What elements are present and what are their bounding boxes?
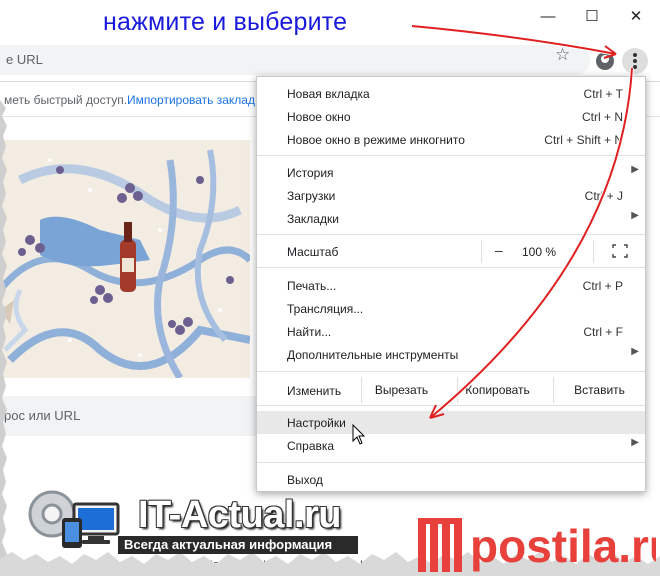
menu-item-label: История [287, 166, 334, 180]
menu-item-shortcut: Ctrl + J [584, 189, 623, 203]
menu-item-label: Трансляция... [287, 302, 364, 316]
cut-button[interactable]: Вырезать [361, 377, 441, 403]
menu-item-find[interactable]: Найти... Ctrl + F [257, 320, 645, 343]
menu-item-more-tools[interactable]: Дополнительные инструменты ▶ [257, 343, 645, 366]
zoom-divider [481, 240, 482, 263]
menu-item-label: Загрузки [287, 189, 336, 203]
zoom-out-button[interactable]: – [495, 242, 503, 258]
menu-item-shortcut: Ctrl + P [582, 279, 623, 293]
menu-divider [257, 234, 645, 235]
menu-item-help[interactable]: Справка ▶ [257, 434, 645, 457]
profile-icon[interactable] [596, 52, 614, 70]
menu-item-label: Печать... [287, 279, 337, 293]
annotation-hint-text: нажмите и выберите [103, 8, 348, 36]
close-button[interactable]: ✕ [614, 2, 658, 32]
menu-item-shortcut: Ctrl + F [583, 325, 623, 339]
menu-item-label: Новое окно [287, 110, 351, 124]
three-dots-icon[interactable] [622, 48, 648, 74]
page-search-box[interactable]: рос или URL [0, 396, 256, 436]
bookmarks-bar-text: меть быстрый доступ. [4, 93, 128, 107]
it-actual-logo-icon [28, 490, 120, 548]
submenu-arrow-icon: ▶ [631, 164, 639, 175]
menu-item-label: Выход [287, 473, 323, 487]
menu-item-settings[interactable]: Настройки [257, 411, 645, 434]
menu-divider [257, 462, 645, 463]
menu-item-exit[interactable]: Выход [257, 468, 645, 491]
chrome-main-menu: Новая вкладка Ctrl + T Новое окно Ctrl +… [256, 76, 646, 492]
title-bar: нажмите и выберите — ☐ ✕ [0, 0, 660, 40]
menu-item-shortcut: Ctrl + T [583, 87, 623, 101]
menu-divider [257, 371, 645, 372]
star-icon[interactable]: ☆ [555, 45, 570, 65]
minimize-button[interactable]: — [526, 2, 570, 32]
menu-item-new-window[interactable]: Новое окно Ctrl + N [257, 105, 645, 128]
menu-item-label: Настройки [287, 416, 346, 430]
menu-divider [257, 405, 645, 406]
fullscreen-icon[interactable] [612, 244, 628, 258]
menu-item-label: Новое окно в режиме инкогнито [287, 133, 465, 147]
svg-text:postila.ru: postila.ru [470, 520, 656, 572]
zoom-label: Масштаб [287, 245, 339, 259]
logo-title: IT-Actual.ru [138, 494, 342, 536]
menu-item-print[interactable]: Печать... Ctrl + P [257, 274, 645, 297]
menu-item-cast[interactable]: Трансляция... [257, 297, 645, 320]
logo-subtitle: Всегда актуальная информация [118, 536, 358, 554]
torn-edge-decoration [0, 100, 7, 576]
edit-label: Изменить [287, 384, 342, 398]
address-bar-text: е URL [6, 52, 43, 67]
mouse-cursor-icon [352, 424, 366, 445]
menu-item-label: Закладки [287, 212, 339, 226]
copy-button[interactable]: Копировать [457, 377, 537, 403]
zoom-value: 100 % [521, 245, 557, 259]
page-search-placeholder: рос или URL [4, 408, 81, 423]
zoom-divider [593, 240, 594, 263]
submenu-arrow-icon: ▶ [631, 346, 639, 357]
menu-item-bookmarks[interactable]: Закладки ▶ [257, 207, 645, 230]
submenu-arrow-icon: ▶ [631, 437, 639, 448]
menu-item-downloads[interactable]: Загрузки Ctrl + J [257, 184, 645, 207]
menu-item-label: Новая вкладка [287, 87, 370, 101]
maximize-button[interactable]: ☐ [570, 2, 614, 32]
menu-item-shortcut: Ctrl + N [581, 110, 623, 124]
menu-item-label: Дополнительные инструменты [287, 348, 459, 362]
doodle-image[interactable] [0, 140, 250, 378]
menu-item-history[interactable]: История ▶ [257, 161, 645, 184]
menu-divider [257, 267, 645, 268]
menu-item-new-tab[interactable]: Новая вкладка Ctrl + T [257, 82, 645, 105]
menu-item-label: Справка [287, 439, 335, 453]
menu-item-incognito[interactable]: Новое окно в режиме инкогнито Ctrl + Shi… [257, 128, 645, 151]
menu-item-shortcut: Ctrl + Shift + N [544, 133, 623, 147]
menu-edit-row: Изменить Вырезать Копировать Вставить [257, 377, 645, 403]
paste-button[interactable]: Вставить [553, 377, 645, 403]
postila-watermark-logo: postila.ru [418, 518, 656, 572]
menu-item-label: Найти... [287, 325, 332, 339]
submenu-arrow-icon: ▶ [631, 210, 639, 221]
import-bookmarks-link[interactable]: Импортировать заклад [127, 93, 255, 107]
menu-divider [257, 155, 645, 156]
menu-zoom-row: Масштаб – 100 % [257, 240, 645, 263]
address-bar[interactable]: е URL [0, 45, 590, 75]
